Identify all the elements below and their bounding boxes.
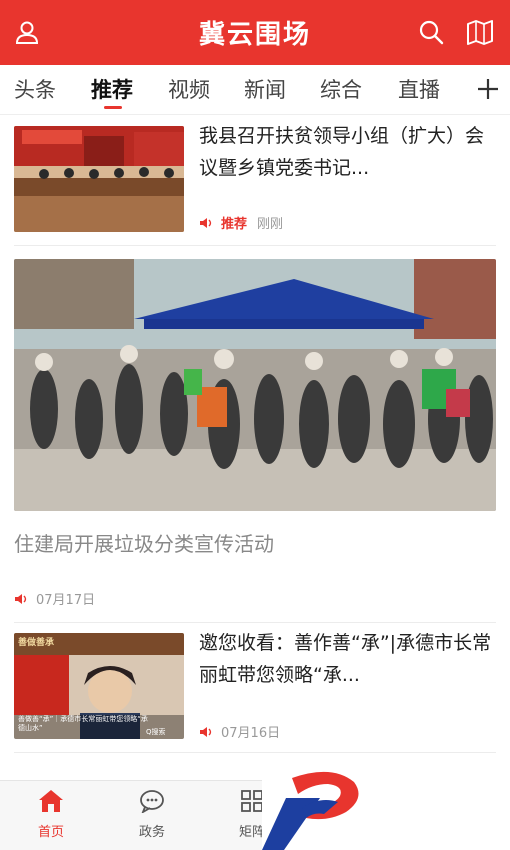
news-item[interactable]: 善做善承 善做善“承”｜承德市长常丽虹带您领略“承德山水” Q搜索 邀您收看：善…	[0, 623, 510, 753]
book-icon[interactable]	[466, 19, 494, 45]
search-icon[interactable]	[418, 19, 444, 45]
tab-headlines[interactable]: 头条	[14, 75, 56, 105]
publish-time: 07月16日	[221, 726, 281, 741]
nav-label: 政务	[138, 825, 165, 840]
news-thumbnail: 善做善承 善做善“承”｜承德市长常丽虹带您领略“承德山水” Q搜索	[14, 633, 184, 739]
thumb-search-label: Q搜索	[146, 728, 166, 736]
watermark-logo	[262, 768, 510, 850]
tab-video[interactable]: 视频	[168, 75, 210, 105]
news-item[interactable]: 我县召开扶贫领导小组（扩大）会议暨乡镇党委书记... 推荐 刚刚	[0, 116, 510, 246]
thumb-banner: 善做善承	[18, 638, 55, 648]
divider	[14, 752, 496, 753]
news-title[interactable]: 住建局开展垃圾分类宣传活动	[14, 528, 274, 557]
app-title: 冀云围场	[198, 20, 311, 50]
news-meta: 07月17日	[14, 589, 95, 608]
news-meta: 推荐 刚刚	[199, 213, 283, 232]
speaker-icon[interactable]	[199, 726, 213, 738]
publish-time: 刚刚	[257, 217, 284, 232]
plus-icon[interactable]	[476, 77, 500, 101]
chat-icon	[140, 790, 164, 815]
thumb-caption: 善做善“承”｜承德市长常丽虹带您领略“承德山水”	[18, 715, 148, 732]
home-icon	[39, 790, 63, 812]
channel-tabs: 头条 推荐 视频 新闻 综合 直播	[0, 65, 510, 115]
active-tab-indicator	[104, 106, 122, 109]
speaker-icon[interactable]	[14, 593, 28, 605]
nav-home[interactable]: 首页	[21, 789, 81, 840]
speaker-icon[interactable]	[199, 217, 213, 229]
tab-recommended[interactable]: 推荐	[91, 75, 133, 105]
recommend-tag: 推荐	[221, 217, 248, 232]
tab-live[interactable]: 直播	[398, 75, 440, 105]
news-thumbnail	[14, 126, 184, 232]
news-meta: 07月16日	[199, 722, 280, 741]
tab-general[interactable]: 综合	[320, 75, 362, 105]
user-icon[interactable]	[14, 19, 40, 45]
news-image	[14, 259, 496, 511]
news-title[interactable]: 我县召开扶贫领导小组（扩大）会议暨乡镇党委书记...	[199, 120, 499, 184]
news-item[interactable]: 住建局开展垃圾分类宣传活动 07月17日	[0, 246, 510, 622]
news-title[interactable]: 邀您收看：善作善“承”|承德市长常丽虹带您领略“承...	[199, 627, 499, 691]
nav-label: 首页	[37, 825, 64, 840]
publish-time: 07月17日	[36, 593, 96, 608]
tab-news[interactable]: 新闻	[244, 75, 286, 105]
nav-gov[interactable]: 政务	[122, 789, 182, 840]
app-header: 冀云围场	[0, 0, 510, 65]
